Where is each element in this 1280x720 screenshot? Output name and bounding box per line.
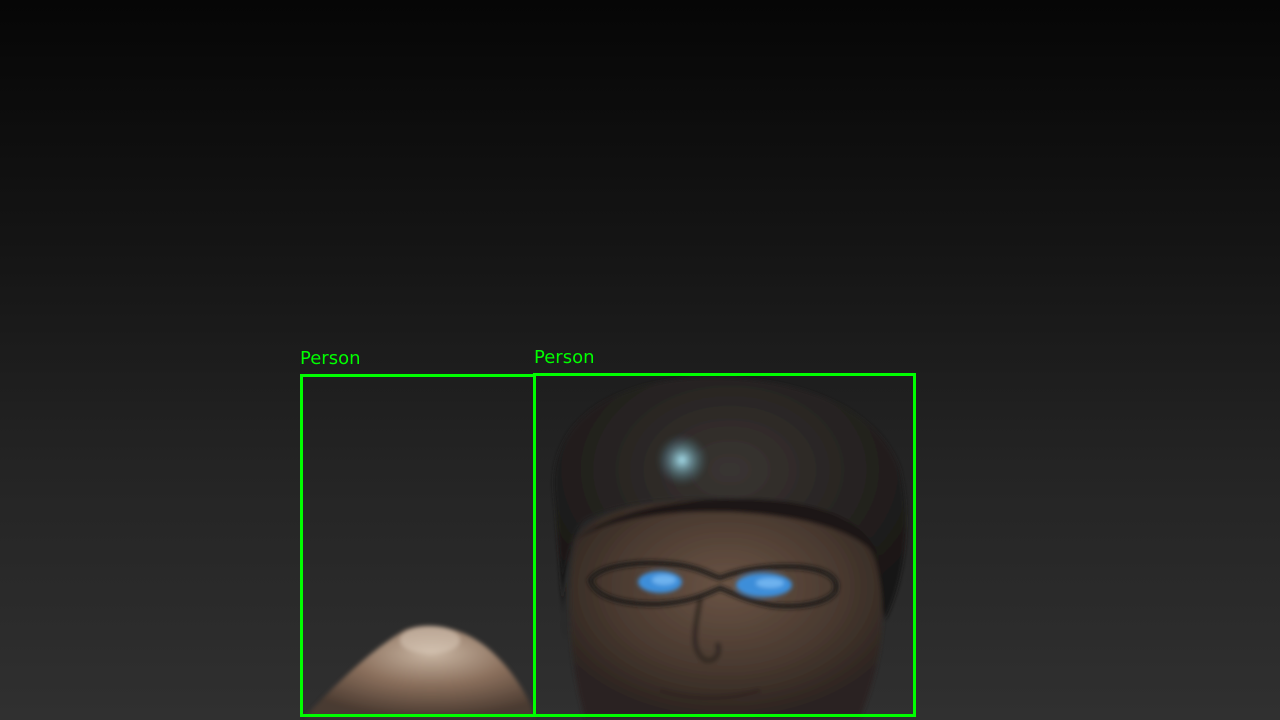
detection-label-1: Person [300, 348, 361, 369]
detection-label-2: Person [534, 347, 595, 368]
detection-box-2 [533, 373, 916, 717]
camera-viewport: Person Person [0, 0, 1280, 720]
detection-box-1 [300, 374, 536, 717]
